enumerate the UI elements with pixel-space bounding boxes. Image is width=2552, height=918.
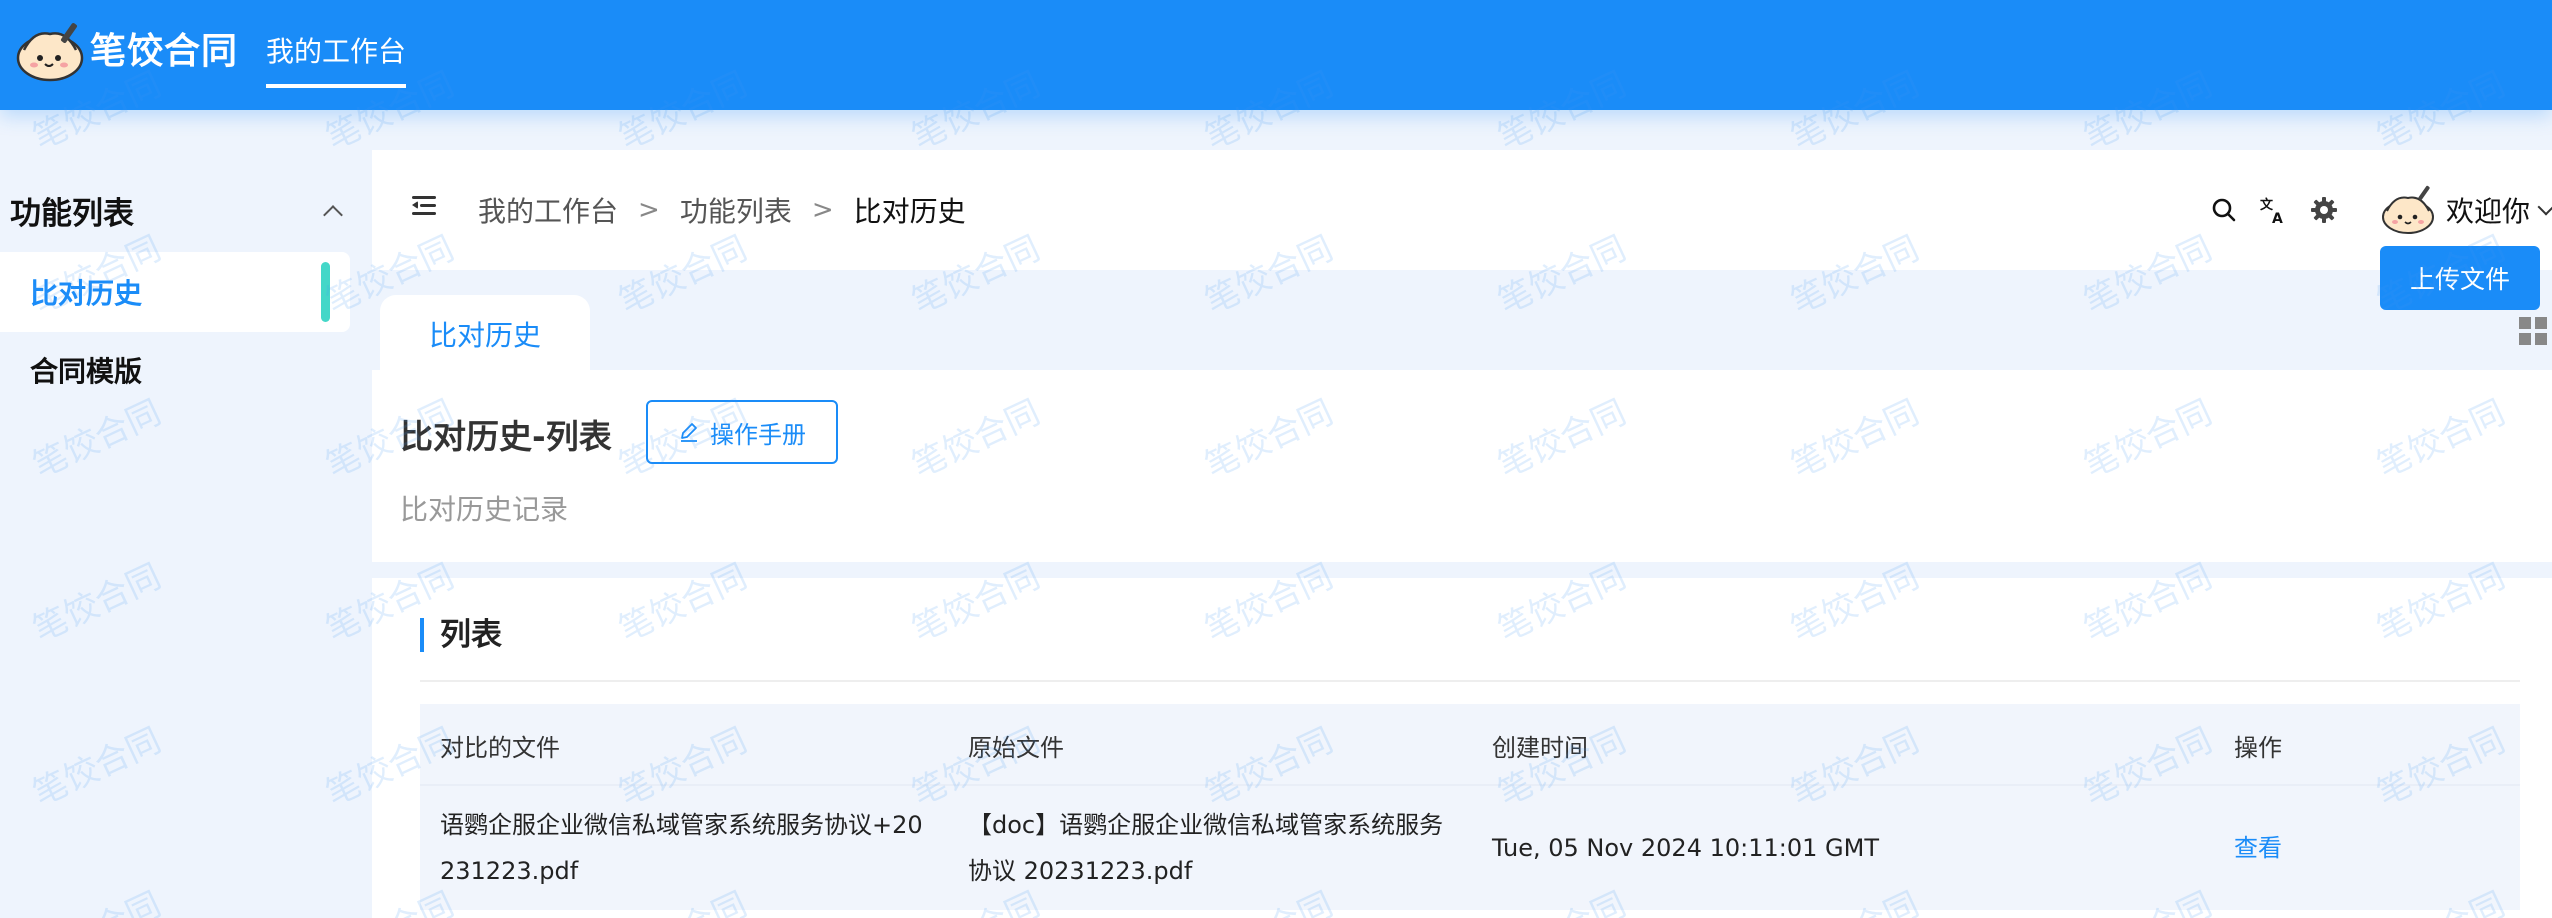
breadcrumb-item-feature-list[interactable]: 功能列表 — [680, 190, 792, 230]
chevron-down-icon — [2537, 198, 2552, 216]
sidebar-item-label: 比对历史 — [30, 277, 143, 310]
cell-text-line: 【doc】语鹦企服企业微信私域管家系统服务 — [968, 811, 1444, 839]
upload-file-button[interactable]: 上传文件 — [2380, 246, 2540, 310]
sidebar-item-compare-history[interactable]: 比对历史 — [0, 252, 350, 332]
column-header-actions: 操作 — [2234, 734, 2282, 762]
breadcrumb-separator: > — [811, 195, 834, 225]
grid-icon[interactable] — [2518, 316, 2548, 346]
user-menu[interactable]: 欢迎你 — [2446, 190, 2552, 230]
table-header: 对比的文件 原始文件 创建时间 操作 — [420, 704, 2520, 784]
column-header-original-file: 原始文件 — [968, 734, 1064, 762]
edit-icon — [681, 423, 697, 442]
breadcrumb-item-workbench[interactable]: 我的工作台 — [478, 190, 618, 230]
page-title: 比对历史-列表 — [400, 417, 612, 456]
list-card: 列表 对比的文件 原始文件 创建时间 操作 语鹦企服企业微信私域管家系统服务协议… — [372, 578, 2552, 918]
avatar[interactable] — [2380, 185, 2436, 235]
breadcrumb: 我的工作台 > 功能列表 > 比对历史 — [478, 190, 966, 230]
divider — [420, 680, 2520, 682]
table-row: 语鹦企服企业微信私域管家系统服务协议+20 231223.pdf 【doc】语鹦… — [420, 784, 2520, 910]
cell-text-line: 协议 20231223.pdf — [968, 857, 1193, 885]
cell-compared-file: 语鹦企服企业微信私域管家系统服务协议+20 231223.pdf — [440, 802, 940, 894]
brand-name: 笔饺合同 — [90, 31, 239, 72]
menu-fold-icon[interactable] — [412, 196, 436, 216]
sidebar-section-title: 功能列表 — [10, 196, 134, 232]
search-icon[interactable] — [2208, 194, 2240, 226]
sidebar-section-header[interactable]: 功能列表 — [10, 188, 350, 233]
sidebar-item-label: 合同模版 — [30, 355, 143, 388]
manual-button-label: 操作手册 — [710, 420, 806, 449]
manual-button[interactable]: 操作手册 — [646, 400, 838, 464]
history-table: 对比的文件 原始文件 创建时间 操作 语鹦企服企业微信私域管家系统服务协议+20… — [420, 704, 2520, 910]
page-header: 比对历史-列表 操作手册 比对历史记录 — [372, 370, 2552, 562]
sidebar: 功能列表 比对历史 合同模版 — [0, 110, 370, 918]
view-link[interactable]: 查看 — [2234, 825, 2282, 871]
header-tools: 文 A 欢迎你 — [2208, 180, 2552, 240]
chevron-up-icon — [323, 204, 343, 225]
cell-text-line: 语鹦企服企业微信私域管家系统服务协议+20 — [440, 811, 923, 839]
gear-icon[interactable] — [2308, 194, 2340, 226]
breadcrumb-item-current: 比对历史 — [853, 195, 966, 228]
main-panel: 我的工作台 > 功能列表 > 比对历史 文 A 欢迎你 比对历史 比对历史-列表… — [372, 150, 2552, 918]
cell-original-file: 【doc】语鹦企服企业微信私域管家系统服务 协议 20231223.pdf — [968, 802, 1468, 894]
cell-created-at: Tue, 05 Nov 2024 10:11:01 GMT — [1492, 834, 1879, 862]
translate-icon[interactable]: 文 A — [2258, 194, 2290, 226]
dumpling-logo — [16, 23, 84, 82]
tabs-row: 比对历史 — [372, 295, 2552, 375]
page-subtitle: 比对历史记录 — [400, 493, 569, 526]
list-title: 列表 — [420, 618, 502, 652]
breadcrumb-separator: > — [638, 195, 660, 225]
column-header-compared-file: 对比的文件 — [440, 734, 560, 762]
top-bar: 笔饺合同 我的工作台 — [0, 0, 2552, 110]
column-header-created-at: 创建时间 — [1492, 734, 1588, 762]
tab-compare-history[interactable]: 比对历史 — [380, 295, 590, 373]
sidebar-item-contract-templates[interactable]: 合同模版 — [0, 330, 350, 410]
header-bar: 我的工作台 > 功能列表 > 比对历史 文 A 欢迎你 — [372, 150, 2552, 270]
welcome-text: 欢迎你 — [2445, 195, 2530, 228]
svg-text:A: A — [2272, 211, 2283, 225]
active-indicator — [321, 262, 330, 322]
cell-text-line: 231223.pdf — [440, 857, 579, 885]
top-nav-workbench[interactable]: 我的工作台 — [266, 30, 407, 88]
